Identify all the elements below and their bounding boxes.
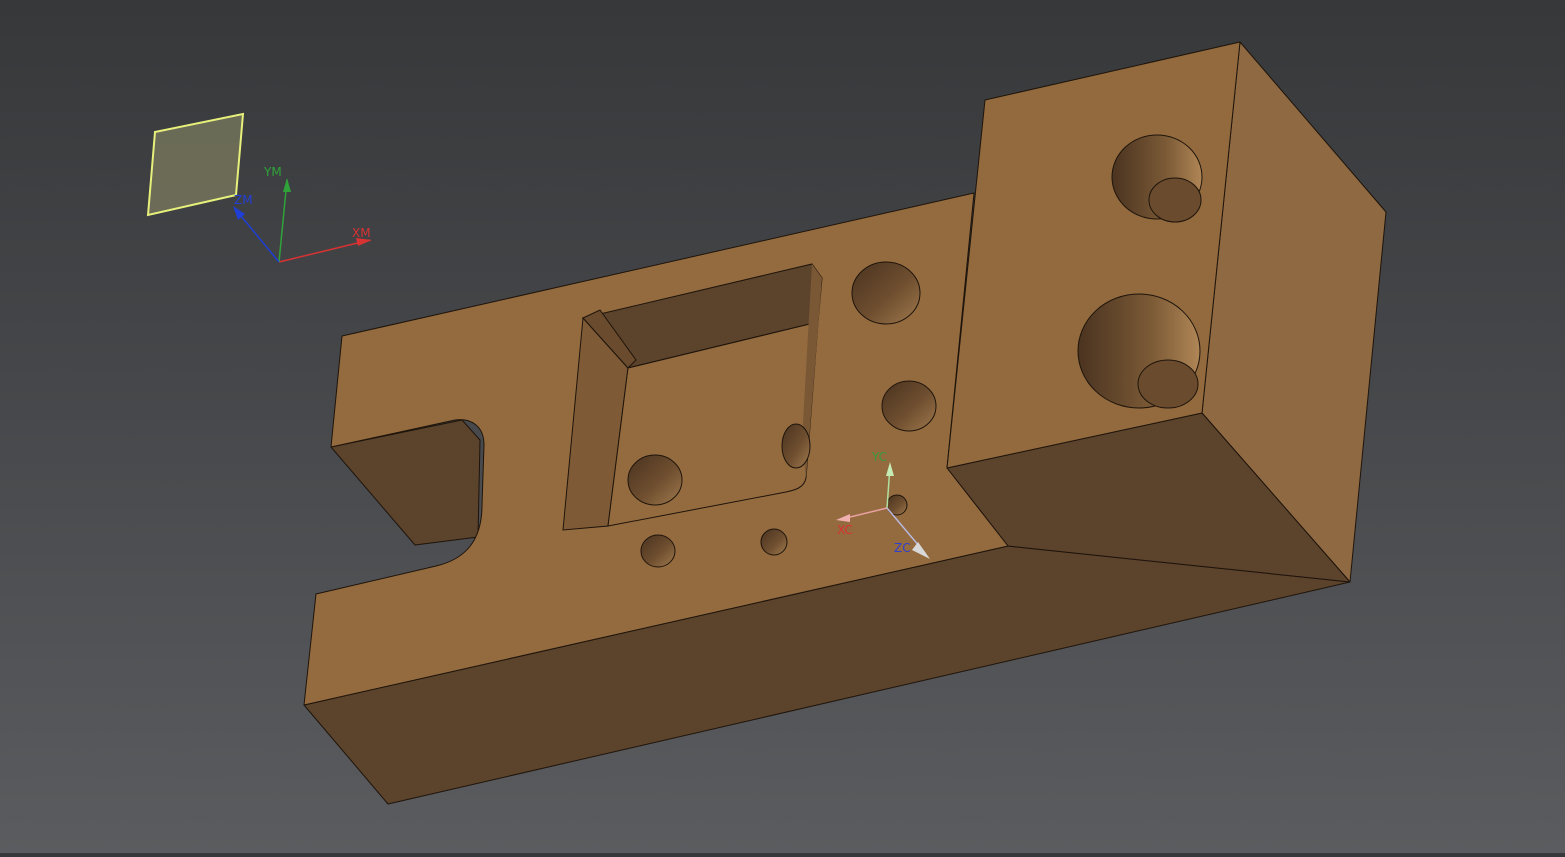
ym-arrow-icon bbox=[283, 178, 291, 192]
xm-axis bbox=[278, 239, 371, 263]
ym-axis bbox=[278, 179, 288, 263]
model-view[interactable]: XM YM ZM XC YC ZC bbox=[0, 0, 1565, 853]
pocket-corner-hole[interactable] bbox=[781, 423, 811, 469]
hole-mid-right[interactable] bbox=[881, 380, 937, 432]
hole-upper-right[interactable] bbox=[851, 261, 921, 325]
graphics-viewport[interactable]: XM YM ZM XC YC ZC bbox=[0, 0, 1565, 853]
absolute-csys-triad: XM YM ZM bbox=[146, 112, 372, 263]
hole-small-mid[interactable] bbox=[760, 528, 788, 556]
xc-label: XC bbox=[837, 523, 853, 537]
datum-plane-icon bbox=[146, 112, 245, 217]
part-body[interactable] bbox=[303, 41, 1387, 805]
zm-label: ZM bbox=[234, 193, 253, 207]
ym-label: YM bbox=[263, 165, 282, 179]
upright-front-face[interactable] bbox=[946, 41, 1241, 469]
yc-label: YC bbox=[871, 450, 887, 464]
zc-label: ZC bbox=[894, 541, 911, 555]
pocket-floor-hole[interactable] bbox=[627, 454, 683, 506]
hole-small-left[interactable] bbox=[640, 534, 676, 568]
counterbore-lower[interactable] bbox=[1077, 293, 1201, 409]
zm-axis bbox=[235, 209, 280, 263]
xm-label: XM bbox=[352, 226, 371, 240]
